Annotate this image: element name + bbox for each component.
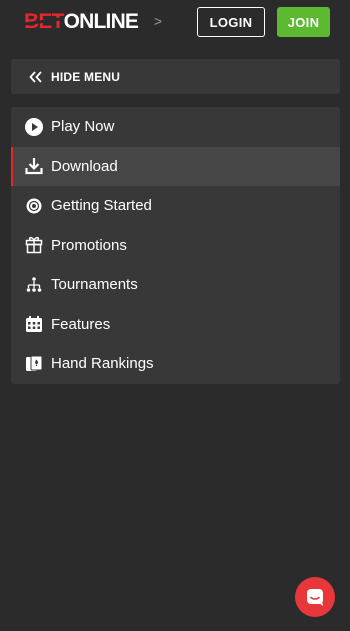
betonline-logo[interactable]: BET ONLINE — [24, 10, 139, 34]
chevron-right-icon: > — [153, 13, 163, 29]
menu-item-getting-started[interactable]: Getting Started — [11, 186, 340, 226]
menu-item-label: Getting Started — [51, 197, 152, 215]
logo-bet-text: BET — [24, 10, 64, 33]
chat-launcher-button[interactable] — [295, 577, 335, 617]
hide-menu-button[interactable]: HIDE MENU — [11, 59, 340, 94]
download-icon — [25, 157, 43, 175]
menu-item-label: Tournaments — [51, 276, 138, 294]
play-circle-icon — [25, 117, 43, 136]
menu-item-label: Promotions — [51, 236, 127, 254]
chat-icon — [305, 587, 325, 607]
logo-online-text: ONLINE — [63, 10, 139, 33]
menu-item-label: Hand Rankings — [51, 355, 154, 373]
join-button[interactable]: JOIN — [277, 7, 330, 37]
double-chevron-left-icon — [29, 70, 43, 83]
menu-item-label: Play Now — [51, 118, 115, 136]
cards-icon — [25, 355, 43, 373]
menu-item-play-now[interactable]: Play Now — [11, 107, 340, 147]
menu-item-download[interactable]: Download — [11, 146, 340, 186]
menu-item-hand-rankings[interactable]: Hand Rankings — [11, 344, 340, 384]
gift-icon — [25, 236, 43, 254]
menu-item-label: Features — [51, 315, 111, 333]
menu-item-promotions[interactable]: Promotions — [11, 226, 340, 266]
hide-menu-label: HIDE MENU — [51, 69, 121, 84]
menu-item-tournaments[interactable]: Tournaments — [11, 265, 340, 305]
chip-icon — [25, 197, 43, 215]
calendar-icon — [25, 315, 43, 333]
bracket-icon — [25, 276, 43, 294]
menu-item-label: Download — [51, 157, 118, 175]
side-menu: Play Now Download Getting Started Promot… — [11, 107, 340, 384]
top-bar: BET ONLINE > LOGIN JOIN — [0, 0, 350, 44]
menu-item-features[interactable]: Features — [11, 305, 340, 345]
login-button[interactable]: LOGIN — [197, 7, 265, 37]
